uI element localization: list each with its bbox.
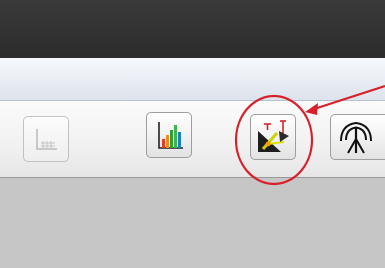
- bar-chart-icon: [158, 122, 183, 149]
- content-area: [0, 178, 385, 268]
- axis-grid-icon: [36, 129, 57, 150]
- bar-chart-button[interactable]: [146, 112, 192, 158]
- measure-tool-icon: [258, 120, 289, 152]
- antenna-icon: [340, 121, 372, 154]
- menu-strip: [0, 58, 385, 101]
- axis-grid-button[interactable]: [23, 116, 69, 162]
- antenna-button[interactable]: [330, 114, 385, 160]
- measure-tool-button[interactable]: [250, 114, 296, 160]
- window-title-bar: [0, 0, 385, 58]
